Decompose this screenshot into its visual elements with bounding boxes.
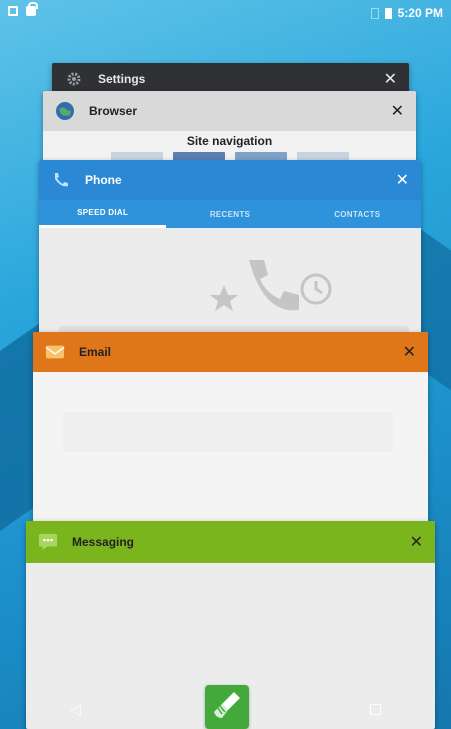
recents-button[interactable] — [370, 703, 381, 715]
phone-tabs: SPEED DIAL RECENTS CONTACTS — [39, 200, 421, 228]
clear-all-button[interactable] — [205, 685, 249, 729]
chat-bubble-icon — [38, 532, 58, 552]
close-icon[interactable]: ✕ — [384, 69, 397, 89]
recent-app-card-phone[interactable]: Phone ✕ SPEED DIAL RECENTS CONTACTS — [39, 160, 421, 350]
broom-icon — [210, 688, 244, 727]
envelope-icon — [45, 342, 65, 362]
speed-dial-illustration — [210, 260, 332, 311]
page-title: Site navigation — [186, 134, 273, 148]
screenshot-icon — [8, 6, 18, 16]
card-title: Email — [79, 345, 112, 359]
lock-icon — [26, 2, 38, 16]
clock: 5:20 PM — [397, 6, 443, 20]
gear-icon — [64, 69, 84, 89]
tab-speed-dial[interactable]: SPEED DIAL — [39, 200, 167, 228]
card-title: Messaging — [72, 535, 135, 549]
status-bar: 5:20 PM — [0, 0, 451, 26]
tab-recents[interactable]: RECENTS — [166, 200, 293, 228]
recent-app-card-email[interactable]: Email ✕ — [33, 332, 428, 522]
sim-icon — [370, 7, 379, 19]
email-content-placeholder — [63, 412, 393, 452]
globe-icon — [55, 101, 75, 121]
close-icon[interactable]: ✕ — [391, 101, 404, 121]
close-icon[interactable]: ✕ — [396, 170, 409, 190]
card-title: Settings — [98, 72, 146, 86]
tab-contacts[interactable]: CONTACTS — [294, 200, 421, 228]
card-title: Browser — [89, 104, 138, 118]
close-icon[interactable]: ✕ — [410, 532, 423, 552]
close-icon[interactable]: ✕ — [403, 342, 416, 362]
battery-icon — [384, 7, 392, 19]
back-button[interactable]: ◁ — [70, 701, 81, 718]
card-title: Phone — [85, 173, 122, 187]
phone-icon — [51, 170, 71, 190]
